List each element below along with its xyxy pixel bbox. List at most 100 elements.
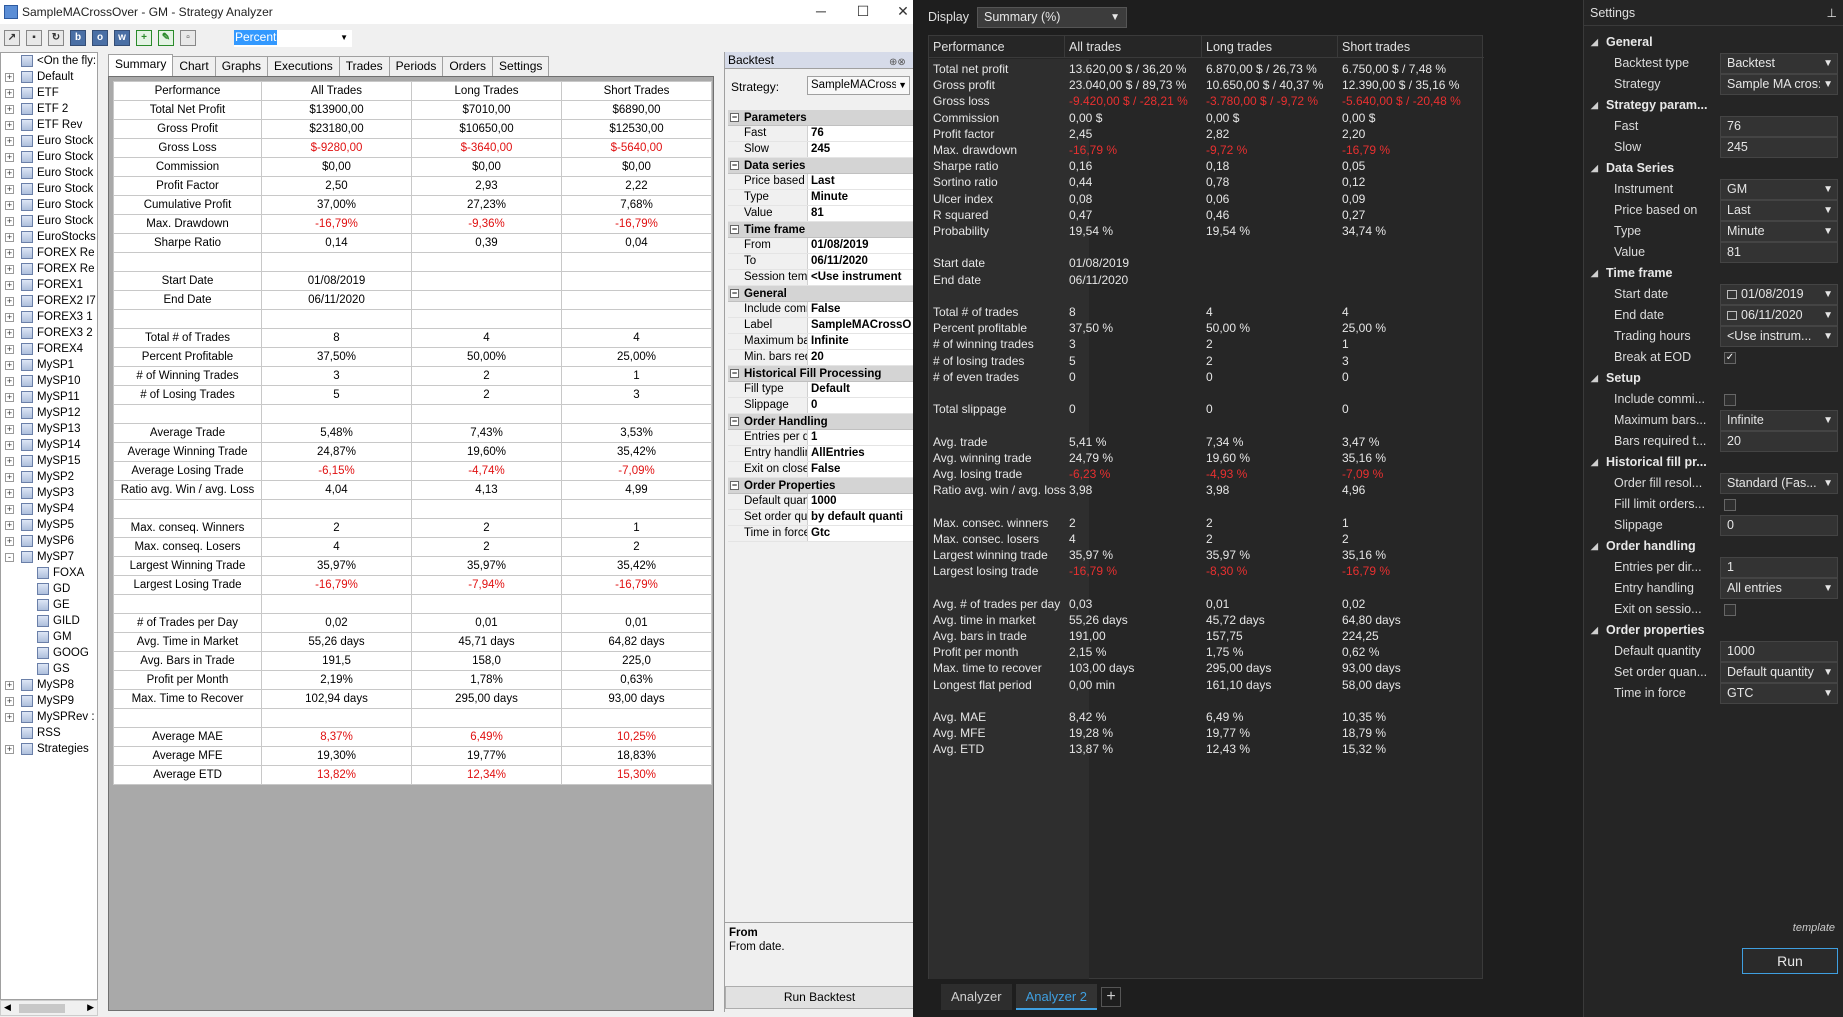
setting-input[interactable]: 0 <box>1720 515 1838 536</box>
collapse-triangle-icon[interactable]: ◢ <box>1591 95 1598 115</box>
tree-node[interactable]: + MySPRev : <box>1 709 97 725</box>
setting-select[interactable]: 06/11/2020 ▼ <box>1720 305 1838 326</box>
setting-select[interactable]: GTC ▼ <box>1720 683 1838 704</box>
expand-icon[interactable]: + <box>5 681 14 690</box>
property-value[interactable]: <Use instrument <box>808 270 913 285</box>
tree-node[interactable]: + MySP1 <box>1 357 97 373</box>
settings-category[interactable]: ◢ Historical fill pr... <box>1584 452 1843 472</box>
property-row[interactable]: From 01/08/2019 <box>728 238 913 254</box>
expand-icon[interactable]: + <box>5 121 14 130</box>
property-row[interactable]: Min. bars requ20 <box>728 350 913 366</box>
property-category[interactable]: − Order Properties <box>728 478 913 494</box>
tree-node[interactable]: + MySP2 <box>1 469 97 485</box>
property-value[interactable]: 01/08/2019 <box>808 238 913 253</box>
tree-node[interactable]: + ETF Rev <box>1 117 97 133</box>
collapse-icon[interactable]: − <box>730 417 739 426</box>
expand-icon[interactable]: + <box>5 249 14 258</box>
tab-periods[interactable]: Periods <box>388 56 444 76</box>
bold-b-icon[interactable]: b <box>70 30 86 46</box>
property-row[interactable]: Maximum barsInfinite <box>728 334 913 350</box>
tree-node[interactable]: + MySP10 <box>1 373 97 389</box>
collapse-triangle-icon[interactable]: ◢ <box>1591 452 1598 472</box>
scroll-right-icon[interactable]: ▶ <box>87 1002 94 1013</box>
property-value[interactable]: 1 <box>808 430 913 445</box>
setting-checkbox[interactable] <box>1724 394 1736 406</box>
tree-node[interactable]: + ETF 2 <box>1 101 97 117</box>
tree-horizontal-scrollbar[interactable]: ◀ ▶ <box>0 1000 98 1016</box>
collapse-triangle-icon[interactable]: ◢ <box>1591 158 1598 178</box>
setting-input[interactable]: 20 <box>1720 431 1838 452</box>
setting-select[interactable]: Infinite ▼ <box>1720 410 1838 431</box>
calendar-icon[interactable] <box>1727 311 1737 320</box>
add-tab-button[interactable]: + <box>1101 987 1121 1007</box>
tab-chart[interactable]: Chart <box>172 56 216 76</box>
tree-node[interactable]: + Euro Stock <box>1 133 97 149</box>
expand-icon[interactable]: + <box>5 745 14 754</box>
edit-icon[interactable]: ✎ <box>158 30 174 46</box>
tab-settings[interactable]: Settings <box>492 56 550 76</box>
tree-node[interactable]: - MySP7 <box>1 549 97 565</box>
setting-select[interactable]: Default quantity ▼ <box>1720 662 1838 683</box>
tree-node[interactable]: + MySP3 <box>1 485 97 501</box>
settings-category[interactable]: ◢ Strategy param... <box>1584 95 1843 115</box>
tree-node[interactable]: + FOREX Re <box>1 245 97 261</box>
tree-node[interactable]: + MySP9 <box>1 693 97 709</box>
expand-icon[interactable]: + <box>5 89 14 98</box>
expand-icon[interactable]: + <box>5 265 14 274</box>
property-value[interactable]: 06/11/2020 <box>808 254 913 269</box>
property-category[interactable]: − Parameters <box>728 110 913 126</box>
collapse-icon[interactable]: − <box>730 225 739 234</box>
tree-node[interactable]: + FOREX3 2 <box>1 325 97 341</box>
expand-icon[interactable]: + <box>5 233 14 242</box>
expand-icon[interactable]: + <box>5 457 14 466</box>
tree-node[interactable]: GD <box>1 581 97 597</box>
property-value[interactable]: False <box>808 462 913 477</box>
expand-icon[interactable]: + <box>5 697 14 706</box>
collapse-icon[interactable]: − <box>730 113 739 122</box>
calendar-icon[interactable] <box>1727 290 1737 299</box>
property-value[interactable]: Gtc <box>808 526 913 541</box>
setting-select[interactable]: 01/08/2019 ▼ <box>1720 284 1838 305</box>
expand-icon[interactable]: + <box>5 505 14 514</box>
property-row[interactable]: Fill type Default <box>728 382 913 398</box>
tab-trades[interactable]: Trades <box>338 56 390 76</box>
tree-node[interactable]: + MySP13 <box>1 421 97 437</box>
setting-select[interactable]: <Use instrum... ▼ <box>1720 326 1838 347</box>
tree-node[interactable]: + Strategies <box>1 741 97 757</box>
tree-node[interactable]: + FOREX4 <box>1 341 97 357</box>
setting-select[interactable]: Sample MA cros: ▼ <box>1720 74 1838 95</box>
setting-checkbox[interactable] <box>1724 604 1736 616</box>
property-value[interactable]: by default quanti <box>808 510 913 525</box>
property-value[interactable]: Infinite <box>808 334 913 349</box>
tab-executions[interactable]: Executions <box>267 56 340 76</box>
property-row[interactable]: Set order quanby default quanti <box>728 510 913 526</box>
property-row[interactable]: Value 81 <box>728 206 913 222</box>
refresh-icon[interactable]: ↻ <box>48 30 64 46</box>
setting-input[interactable]: 81 <box>1720 242 1838 263</box>
collapse-icon[interactable]: − <box>730 481 739 490</box>
scroll-thumb[interactable] <box>19 1004 65 1013</box>
expand-icon[interactable]: + <box>5 297 14 306</box>
tab-summary[interactable]: Summary <box>108 54 174 76</box>
tree-node[interactable]: + MySP4 <box>1 501 97 517</box>
setting-input[interactable]: 245 <box>1720 137 1838 158</box>
property-value[interactable]: 245 <box>808 142 913 157</box>
setting-checkbox[interactable] <box>1724 499 1736 511</box>
tree-node[interactable]: + EuroStocks <box>1 229 97 245</box>
expand-icon[interactable]: + <box>5 313 14 322</box>
settings-category[interactable]: ◢ Order handling <box>1584 536 1843 556</box>
pin-icon[interactable]: ⊕⊗ <box>889 54 911 68</box>
tree-node[interactable]: + Euro Stock <box>1 197 97 213</box>
expand-icon[interactable]: + <box>5 713 14 722</box>
property-row[interactable]: Entry handlingAllEntries <box>728 446 913 462</box>
expand-icon[interactable]: + <box>5 521 14 530</box>
tree-node[interactable]: + MySP6 <box>1 533 97 549</box>
tree-node[interactable]: + MySP15 <box>1 453 97 469</box>
property-row[interactable]: Price based orLast <box>728 174 913 190</box>
walk-forward-icon[interactable]: w <box>114 30 130 46</box>
expand-icon[interactable]: + <box>5 537 14 546</box>
setting-input[interactable]: 76 <box>1720 116 1838 137</box>
tree-node[interactable]: + FOREX1 <box>1 277 97 293</box>
tree-node[interactable]: GS <box>1 661 97 677</box>
expand-icon[interactable]: + <box>5 73 14 82</box>
